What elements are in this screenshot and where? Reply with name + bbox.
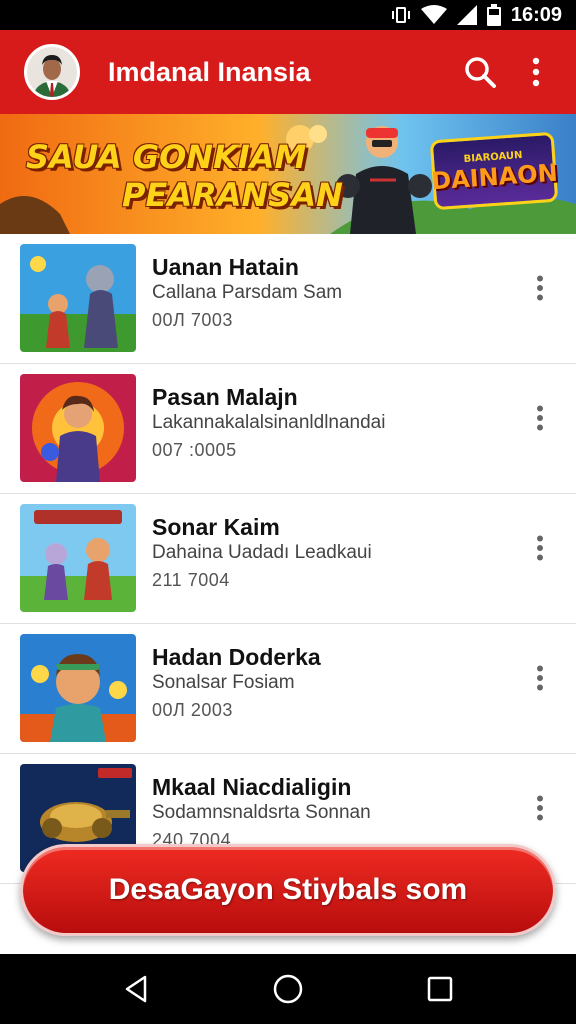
item-subtitle: Sodamnsnaldsrta Sonnan: [152, 802, 371, 823]
clock: 16:09: [510, 3, 562, 26]
item-meta: 00Л 2003: [152, 700, 233, 720]
game-list: Uanan Hatain Callana Parsdam Sam 00Л 700…: [0, 234, 576, 884]
cta-label: DesaGayon Stiybals som: [108, 873, 468, 906]
vibrate-icon: [391, 7, 410, 23]
item-title: Hadan Doderka: [152, 644, 321, 670]
list-item[interactable]: Uanan Hatain Callana Parsdam Sam 00Л 700…: [0, 234, 576, 364]
item-title: Sonar Kaim: [152, 514, 280, 540]
search-button[interactable]: [458, 50, 502, 94]
item-subtitle: Lakannakalalsinanldlnandai: [152, 412, 386, 433]
more-vert-icon: [537, 405, 543, 431]
list-item[interactable]: Pasan Malajn Lakannakalalsinanldlnandai …: [0, 364, 576, 494]
item-subtitle: Dahaina Uadadı Leadkaui: [152, 542, 372, 563]
list-item[interactable]: Hadan Doderka Sonalsar Fosiam 00Л 2003: [0, 624, 576, 754]
app-title: Imdanal Inansia: [108, 56, 311, 87]
more-vert-icon: [537, 795, 543, 821]
avatar[interactable]: [24, 44, 80, 100]
banner-logo-big: DAINAON: [430, 158, 559, 195]
more-vert-icon: [537, 275, 543, 301]
app-bar: Imdanal Inansia: [0, 30, 576, 114]
cta-button[interactable]: DesaGayon Stiybals som: [20, 844, 556, 936]
game-thumbnail: [20, 244, 136, 352]
item-subtitle: Callana Parsdam Sam: [152, 282, 343, 303]
system-nav-bar: [0, 954, 576, 1024]
wifi-icon: [420, 5, 447, 24]
more-vert-icon: [537, 535, 543, 561]
banner-game-logo: BIAROAUN DAINAON: [429, 131, 559, 211]
search-icon: [465, 57, 496, 88]
game-thumbnail: [20, 634, 136, 742]
item-more-button[interactable]: [522, 528, 558, 568]
item-more-button[interactable]: [522, 268, 558, 308]
item-more-button[interactable]: [522, 788, 558, 828]
item-more-button[interactable]: [522, 398, 558, 438]
item-more-button[interactable]: [522, 658, 558, 698]
promo-banner[interactable]: SAUA GONKIAM PEARANSAN BIAROAUN DAINAON: [0, 114, 576, 234]
back-button[interactable]: [112, 965, 160, 1013]
game-thumbnail: [20, 374, 136, 482]
recents-button[interactable]: [416, 965, 464, 1013]
item-title: Pasan Malajn: [152, 384, 298, 410]
item-subtitle: Sonalsar Fosiam: [152, 672, 295, 693]
home-icon: [273, 974, 303, 1004]
more-vert-icon: [532, 57, 540, 87]
item-meta: 211 7004: [152, 570, 230, 590]
item-meta: 00Л 7003: [152, 310, 233, 330]
home-button[interactable]: [264, 965, 312, 1013]
banner-headline: SAUA GONKIAM: [26, 138, 307, 176]
item-title: Mkaal Niacdialigin: [152, 774, 352, 800]
item-meta: 007 :0005: [152, 440, 237, 460]
battery-icon: [486, 4, 501, 26]
more-vert-icon: [537, 665, 543, 691]
signal-icon: [456, 5, 477, 25]
item-title: Uanan Hatain: [152, 254, 299, 280]
game-thumbnail: [20, 504, 136, 612]
back-icon: [125, 975, 147, 1003]
banner-subheadline: PEARANSAN: [122, 176, 343, 214]
overflow-menu-button[interactable]: [514, 50, 558, 94]
status-bar: 16:09: [0, 0, 576, 30]
recents-icon: [427, 976, 453, 1002]
list-item[interactable]: Sonar Kaim Dahaina Uadadı Leadkaui 211 7…: [0, 494, 576, 624]
